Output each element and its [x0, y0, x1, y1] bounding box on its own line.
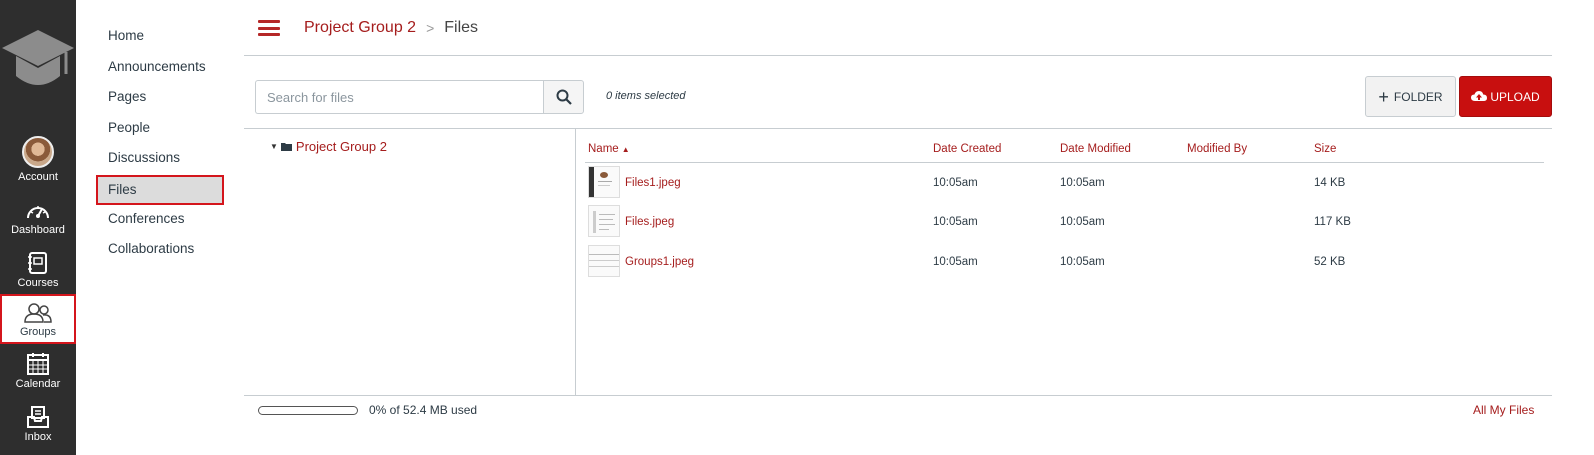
hamburger-menu-icon[interactable] — [258, 20, 280, 36]
file-thumbnail — [588, 205, 620, 237]
sort-ascending-icon: ▲ — [621, 145, 630, 154]
inbox-icon — [27, 406, 49, 428]
file-date-created: 10:05am — [933, 216, 978, 228]
calendar-icon — [27, 353, 49, 375]
nav-courses-label: Courses — [17, 277, 59, 289]
nav-courses[interactable]: Courses — [0, 251, 76, 289]
search-input[interactable] — [255, 80, 544, 114]
column-header-date-created[interactable]: Date Created — [933, 143, 1001, 155]
selected-count: 0 items selected — [606, 90, 686, 102]
column-header-name[interactable]: Name ▲ — [588, 143, 630, 155]
file-date-created: 10:05am — [933, 177, 978, 189]
tree-root-folder[interactable]: ▼ Project Group 2 — [270, 139, 387, 154]
breadcrumb-current: Files — [444, 19, 479, 36]
course-nav-pages[interactable]: Pages — [96, 87, 226, 118]
search-icon — [556, 89, 572, 105]
table-row[interactable]: Files.jpeg 10:05am 10:05am 117 KB — [585, 202, 1544, 242]
nav-dashboard[interactable]: Dashboard — [0, 200, 76, 236]
groups-icon — [24, 303, 52, 323]
course-nav-files[interactable]: Files — [96, 174, 224, 205]
course-nav-collaborations[interactable]: Collaborations — [96, 239, 226, 270]
nav-dashboard-label: Dashboard — [11, 224, 65, 236]
caret-down-icon[interactable]: ▼ — [270, 142, 278, 151]
logo-icon[interactable] — [0, 22, 76, 94]
column-header-size[interactable]: Size — [1314, 143, 1336, 155]
breadcrumb-separator: > — [426, 20, 435, 36]
add-folder-label: FOLDER — [1393, 89, 1443, 104]
column-header-date-modified[interactable]: Date Modified — [1060, 143, 1131, 155]
table-row[interactable]: Files1.jpeg 10:05am 10:05am 14 KB — [585, 163, 1544, 203]
tree-divider — [575, 128, 576, 395]
avatar — [22, 136, 54, 168]
nav-calendar[interactable]: Calendar — [0, 352, 76, 390]
header-divider — [244, 55, 1552, 56]
file-name-link[interactable]: Groups1.jpeg — [625, 256, 694, 268]
upload-label: UPLOAD — [1490, 89, 1540, 104]
nav-groups[interactable]: Groups — [0, 294, 76, 344]
file-size: 52 KB — [1314, 256, 1346, 268]
course-nav-conferences[interactable]: Conferences — [96, 209, 226, 240]
quota-progress-bar — [258, 406, 358, 415]
tree-root-label: Project Group 2 — [295, 139, 387, 154]
file-thumbnail — [588, 166, 620, 198]
file-date-created: 10:05am — [933, 256, 978, 268]
nav-calendar-label: Calendar — [15, 378, 61, 390]
folder-icon — [280, 143, 292, 151]
nav-groups-label: Groups — [19, 326, 57, 338]
cloud-upload-icon — [1471, 91, 1488, 101]
page-header: Project Group 2 > Files — [258, 14, 478, 42]
nav-inbox[interactable]: Inbox — [0, 405, 76, 443]
breadcrumb: Project Group 2 > Files — [304, 19, 478, 37]
column-header-modified-by[interactable]: Modified By — [1187, 143, 1247, 155]
content-divider-bottom — [244, 395, 1552, 396]
course-nav-announcements[interactable]: Announcements — [96, 57, 226, 88]
file-size: 117 KB — [1314, 216, 1351, 228]
file-name-link[interactable]: Files1.jpeg — [625, 177, 681, 189]
course-nav: Home Announcements Pages People Discussi… — [96, 26, 226, 270]
nav-inbox-label: Inbox — [24, 431, 52, 443]
file-date-modified: 10:05am — [1060, 177, 1105, 189]
content-divider-top — [244, 128, 1552, 129]
file-name-link[interactable]: Files.jpeg — [625, 216, 674, 228]
file-date-modified: 10:05am — [1060, 216, 1105, 228]
quota-text: 0% of 52.4 MB used — [369, 403, 478, 417]
table-row[interactable]: Groups1.jpeg 10:05am 10:05am 52 KB — [585, 242, 1544, 282]
search-button[interactable] — [543, 80, 584, 114]
course-nav-people[interactable]: People — [96, 118, 226, 149]
nav-account-label: Account — [18, 171, 58, 183]
add-folder-button[interactable]: + FOLDER — [1365, 76, 1456, 117]
global-nav: Account Dashboard Courses Groups Calenda… — [0, 0, 76, 455]
file-date-modified: 10:05am — [1060, 256, 1105, 268]
all-my-files-link[interactable]: All My Files — [1473, 403, 1534, 417]
courses-icon — [28, 252, 47, 274]
breadcrumb-group-link[interactable]: Project Group 2 — [304, 19, 416, 37]
file-size: 14 KB — [1314, 177, 1346, 189]
course-nav-home[interactable]: Home — [96, 26, 226, 57]
nav-account[interactable]: Account — [0, 136, 76, 183]
dashboard-icon — [27, 206, 49, 219]
plus-icon: + — [1378, 86, 1389, 107]
file-thumbnail — [588, 245, 620, 277]
column-header-name-label: Name — [588, 143, 619, 155]
upload-button[interactable]: UPLOAD — [1459, 76, 1552, 117]
